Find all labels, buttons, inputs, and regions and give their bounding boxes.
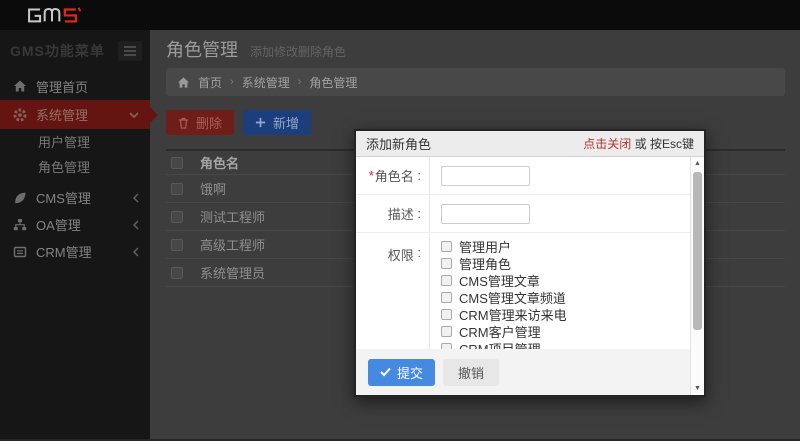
sidebar-item-cms-mgmt[interactable]: CMS管理 — [0, 184, 150, 211]
description-input[interactable] — [441, 204, 530, 224]
hamburger-menu-icon[interactable] — [118, 41, 142, 61]
modal-footer: 提交 撤销 — [356, 349, 690, 395]
modal-header: 添加新角色 点击关闭 或 按Esc键 — [356, 131, 704, 157]
scroll-down-arrow-icon[interactable]: ▼ — [691, 385, 704, 392]
card-icon — [13, 245, 27, 259]
gms-logo-icon — [16, 4, 88, 26]
modal-scrollbar[interactable]: ▲ ▼ — [690, 157, 704, 395]
gms-logo — [16, 4, 88, 26]
sidebar-item-label: 管理首页 — [36, 77, 88, 96]
breadcrumb-separator: › — [298, 76, 302, 88]
breadcrumb-separator: › — [230, 76, 234, 88]
sidebar-submenu: 用户管理 角色管理 — [0, 129, 150, 179]
permission-item: CRM客户管理 — [441, 323, 690, 340]
add-button[interactable]: 新增 — [243, 110, 311, 135]
home-icon — [177, 76, 190, 89]
sidebar-item-label: 用户管理 — [38, 132, 90, 151]
permission-item: CMS管理文章 — [441, 272, 690, 289]
sidebar-item-label: CRM管理 — [36, 242, 92, 261]
page-subtitle: 添加修改删除角色 — [250, 43, 346, 60]
sidebar-item-label: CMS管理 — [36, 188, 91, 207]
submit-button-label: 提交 — [397, 363, 423, 382]
breadcrumb-system-mgmt[interactable]: 系统管理 — [242, 74, 290, 91]
permission-checkbox[interactable] — [441, 309, 452, 320]
permission-checkbox[interactable] — [441, 292, 452, 303]
select-all-checkbox[interactable] — [171, 157, 183, 169]
permission-checkbox[interactable] — [441, 258, 452, 269]
role-name-label: *角色名 — [356, 157, 430, 194]
permission-item: CRM管理来访来电 — [441, 306, 690, 323]
chevron-left-icon — [132, 247, 139, 257]
scroll-up-arrow-icon[interactable]: ▲ — [691, 160, 704, 167]
sidebar-item-label: 系统管理 — [36, 105, 88, 124]
trash-icon — [178, 117, 190, 129]
chevron-left-icon — [132, 193, 139, 203]
active-item-arrow — [150, 107, 158, 123]
permissions-list: 管理用户 管理角色 CMS管理文章 CMS管理文章频道 CRM管理来访来电 — [430, 233, 690, 349]
sidebar-header: GMS功能菜单 — [10, 38, 142, 64]
sidebar-nav: 管理首页 系统管理 用户管理 角色管理 — [0, 72, 150, 265]
form-row-description: 描述 — [356, 195, 690, 233]
sidebar-item-crm-mgmt[interactable]: CRM管理 — [0, 238, 150, 265]
sidebar-item-user-mgmt[interactable]: 用户管理 — [0, 129, 150, 154]
add-role-modal: 添加新角色 点击关闭 或 按Esc键 *角色名 描述 权限 管理用户 — [354, 129, 706, 397]
permission-item: 管理用户 — [441, 238, 690, 255]
permission-label: CRM项目管理 — [459, 339, 541, 349]
permission-item: CMS管理文章频道 — [441, 289, 690, 306]
sidebar-item-system-mgmt[interactable]: 系统管理 — [0, 100, 150, 129]
form-row-permissions: 权限 管理用户 管理角色 CMS管理文章 CMS管理文章频道 — [356, 233, 690, 349]
cancel-button-label: 撤销 — [458, 366, 484, 381]
permission-item: CRM项目管理 — [441, 340, 690, 349]
row-checkbox[interactable] — [171, 239, 183, 251]
row-checkbox[interactable] — [171, 183, 183, 195]
submit-button[interactable]: 提交 — [368, 359, 435, 386]
chevron-left-icon — [132, 220, 139, 230]
sidebar-item-oa-mgmt[interactable]: OA管理 — [0, 211, 150, 238]
page-header: 角色管理 添加修改删除角色 — [166, 36, 785, 64]
sidebar-item-role-mgmt[interactable]: 角色管理 — [0, 154, 150, 179]
check-icon — [380, 367, 391, 377]
breadcrumb-role-mgmt: 角色管理 — [309, 74, 357, 91]
sidebar-item-label: OA管理 — [36, 215, 81, 234]
cancel-button[interactable]: 撤销 — [443, 359, 499, 386]
sidebar-item-label: 角色管理 — [38, 157, 90, 176]
chevron-down-icon — [129, 111, 139, 119]
sidebar-item-admin-home[interactable]: 管理首页 — [0, 72, 150, 100]
modal-close-esc-hint: 或 按Esc键 — [635, 137, 694, 151]
page-title: 角色管理 — [166, 36, 238, 62]
row-checkbox[interactable] — [171, 267, 183, 279]
add-button-label: 新增 — [273, 113, 299, 132]
modal-close-link[interactable]: 点击关闭 — [583, 137, 631, 151]
breadcrumb-home[interactable]: 首页 — [198, 74, 222, 91]
top-navbar — [0, 0, 800, 30]
permission-checkbox[interactable] — [441, 326, 452, 337]
plus-icon — [255, 117, 267, 129]
modal-title: 添加新角色 — [366, 134, 431, 153]
form-row-role-name: *角色名 — [356, 157, 690, 195]
permissions-label: 权限 — [356, 233, 430, 349]
modal-close-hint: 点击关闭 或 按Esc键 — [583, 135, 694, 152]
sidebar-title: GMS功能菜单 — [10, 41, 105, 61]
scrollbar-thumb[interactable] — [693, 172, 702, 330]
row-checkbox[interactable] — [171, 211, 183, 223]
breadcrumb: 首页 › 系统管理 › 角色管理 — [166, 68, 785, 96]
permission-checkbox[interactable] — [441, 241, 452, 252]
permission-item: 管理角色 — [441, 255, 690, 272]
description-label: 描述 — [356, 195, 430, 232]
role-name-input[interactable] — [441, 166, 530, 186]
gear-icon — [13, 108, 27, 122]
sidebar: GMS功能菜单 管理首页 系统管理 用户管理 — [0, 30, 150, 441]
permission-checkbox[interactable] — [441, 275, 452, 286]
sitemap-icon — [13, 218, 27, 232]
modal-body: *角色名 描述 权限 管理用户 管理角色 — [356, 157, 690, 349]
delete-button-label: 删除 — [196, 113, 222, 132]
required-asterisk: * — [369, 168, 374, 183]
leaf-icon — [13, 191, 27, 205]
delete-button[interactable]: 删除 — [166, 110, 234, 135]
home-icon — [13, 79, 27, 93]
